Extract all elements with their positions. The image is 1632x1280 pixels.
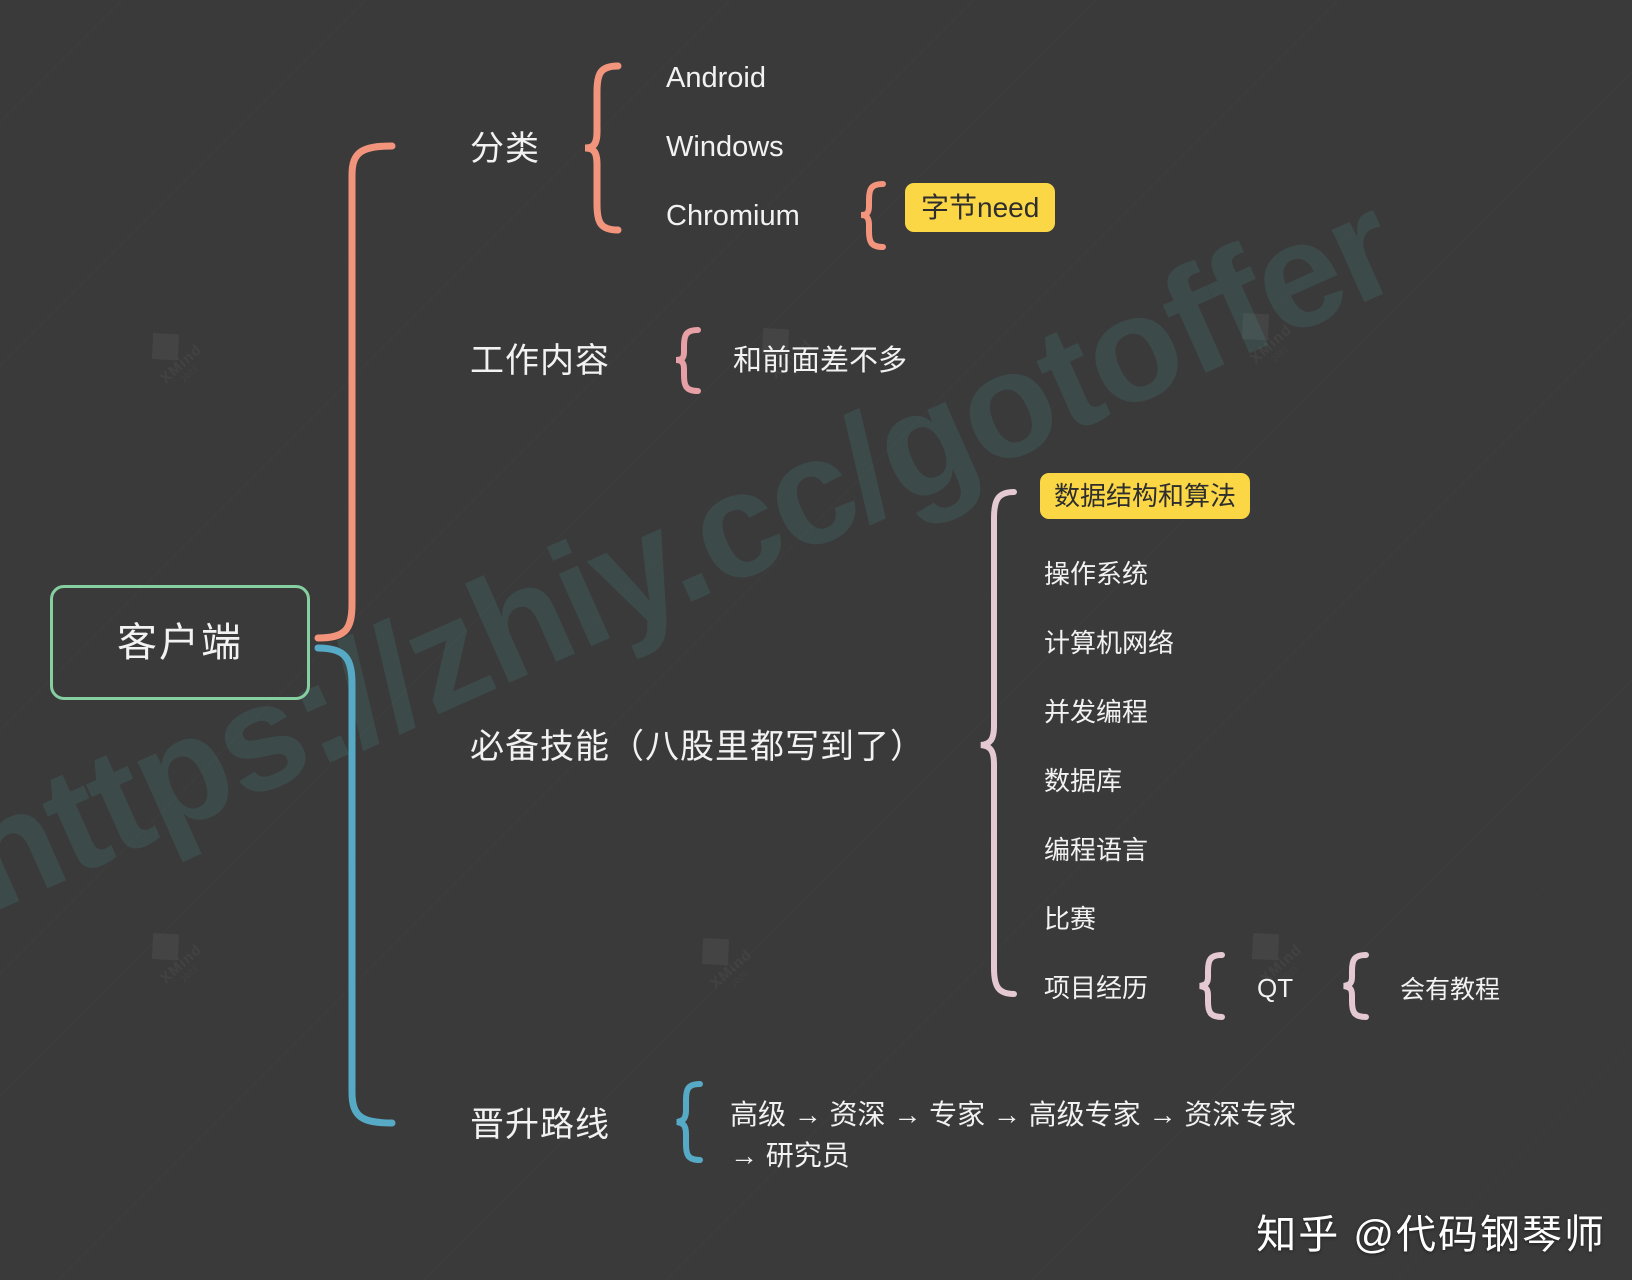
xmind-watermark: XMind 2021 [688,925,762,999]
brace-project-experience [1199,952,1225,1020]
node-similar-to-previous-label: 和前面差不多 [733,345,908,377]
branch-essential-skills-label: 必备技能（八股里都写到了） [470,728,925,766]
brace-qt [1343,952,1369,1020]
node-promotion-sequence[interactable]: 高级 → 资深 → 专家 → 高级专家 → 资深专家 → 研究员 [730,1095,1330,1176]
node-competition-label: 比赛 [1044,904,1097,934]
node-operating-system[interactable]: 操作系统 [1044,558,1148,591]
node-android[interactable]: Android [666,60,766,96]
branch-promotion-path-label: 晋升路线 [470,1106,610,1144]
node-competition[interactable]: 比赛 [1044,903,1096,936]
brace-classification [584,62,622,234]
branch-work-content-label: 工作内容 [470,342,610,380]
node-concurrent-programming[interactable]: 并发编程 [1044,696,1148,729]
branch-work-content[interactable]: 工作内容 [470,340,610,383]
xmind-watermark-label: XMind [157,341,206,387]
xmind-watermark-label: XMind [707,946,756,992]
node-operating-system-label: 操作系统 [1044,559,1149,589]
xmind-watermark-label: XMind [157,941,206,987]
node-bytedance-need-label: 字节need [905,183,1056,232]
node-windows-label: Windows [666,131,784,163]
root-node-label: 客户端 [117,620,243,665]
xmind-watermark-sub: 2021 [168,954,211,994]
node-android-label: Android [666,62,766,94]
xmind-watermark-sub: 2021 [718,959,761,999]
branch-classification-label: 分类 [470,130,540,168]
xmind-watermark-sub: 2021 [1258,334,1301,374]
link-root-to-classification [314,142,396,642]
node-computer-network-label: 计算机网络 [1044,628,1175,658]
node-chromium-label: Chromium [666,200,800,232]
xmind-diamond-icon [1241,312,1270,341]
xmind-watermark: XMind 2021 [1228,300,1302,374]
node-database-label: 数据库 [1044,766,1123,796]
xmind-diamond-icon [151,332,180,361]
node-bytedance-need[interactable]: 字节need [905,183,1056,232]
node-qt[interactable]: QT [1257,972,1293,1005]
node-promotion-sequence-label: 高级 → 资深 → 专家 → 高级专家 → 资深专家 → 研究员 [730,1099,1297,1171]
node-project-experience[interactable]: 项目经历 [1044,972,1148,1005]
node-concurrent-programming-label: 并发编程 [1044,697,1149,727]
xmind-diamond-icon [1251,932,1280,961]
node-data-structures-algorithms[interactable]: 数据结构和算法 [1040,473,1251,519]
node-qt-label: QT [1257,973,1294,1003]
xmind-watermark-sub: 2021 [168,354,211,394]
branch-essential-skills[interactable]: 必备技能（八股里都写到了） [470,726,925,769]
node-windows[interactable]: Windows [666,129,784,165]
node-project-experience-label: 项目经历 [1044,973,1149,1003]
node-similar-to-previous[interactable]: 和前面差不多 [733,343,907,379]
brace-work-content [675,327,701,394]
xmind-watermark-label: XMind [1247,321,1296,367]
brace-chromium [860,181,886,250]
xmind-diamond-icon [701,937,730,966]
branch-promotion-path[interactable]: 晋升路线 [470,1104,610,1147]
node-tutorial-available[interactable]: 会有教程 [1400,975,1500,1006]
node-programming-language[interactable]: 编程语言 [1044,834,1148,867]
url-watermark: https://zhiy.cc/gotoffer [0,159,1420,943]
node-chromium[interactable]: Chromium [666,198,800,234]
brace-promotion-path [676,1081,703,1163]
author-signature: 知乎 @代码钢琴师 [1256,1213,1606,1257]
brace-essential-skills [980,489,1017,997]
node-computer-network[interactable]: 计算机网络 [1044,627,1174,660]
node-tutorial-available-label: 会有教程 [1400,976,1501,1004]
node-programming-language-label: 编程语言 [1044,835,1149,865]
node-database[interactable]: 数据库 [1044,765,1122,798]
xmind-watermark: XMind 2021 [138,320,212,394]
root-node[interactable]: 客户端 [50,585,310,700]
node-data-structures-algorithms-label: 数据结构和算法 [1040,473,1251,519]
mindmap-canvas: XMind 2021 XMind 2021 XMind 2021 XMind 2… [0,0,1632,1280]
branch-classification[interactable]: 分类 [470,128,540,171]
link-root-to-promotion [314,644,396,1127]
xmind-watermark: XMind 2021 [138,920,212,994]
xmind-diamond-icon [151,932,180,961]
